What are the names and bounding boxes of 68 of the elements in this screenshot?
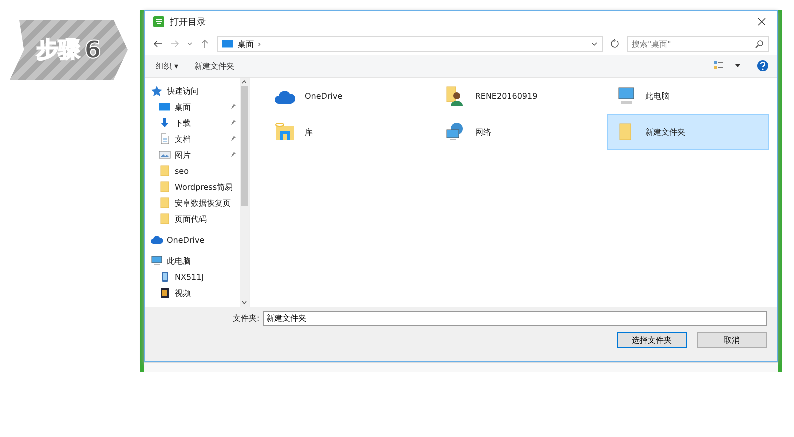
- navigation-item[interactable]: 安卓数据恢复页: [151, 195, 240, 211]
- caret-icon: [735, 63, 741, 69]
- file-tile[interactable]: OneDrive: [266, 78, 428, 114]
- search-icon: [755, 40, 764, 49]
- picture-icon: [159, 149, 171, 161]
- scrollbar-thumb[interactable]: [241, 86, 248, 206]
- file-tile[interactable]: RENE20160919: [436, 78, 599, 114]
- folder-icon: [159, 197, 171, 209]
- navigation-item[interactable]: 此电脑: [151, 253, 240, 269]
- chevron-down-icon: [187, 41, 193, 47]
- user-folder-icon: [445, 86, 466, 106]
- down-arrow-icon: [159, 117, 171, 129]
- folder-label: 文件夹:: [233, 313, 260, 324]
- library-icon: [275, 122, 295, 142]
- close-icon: [757, 17, 767, 27]
- globe-monitor-icon: [445, 122, 466, 142]
- chevron-down-icon: [591, 40, 598, 48]
- pin-icon: [231, 120, 236, 126]
- app-logo-icon: [153, 16, 165, 28]
- back-arrow-icon: [153, 39, 163, 49]
- pin-icon: [231, 152, 236, 158]
- folder-name-field[interactable]: 新建文件夹: [262, 311, 767, 326]
- file-tile[interactable]: 库: [266, 114, 428, 150]
- navigation-item[interactable]: Wordpress简易: [151, 179, 240, 195]
- computer-icon: [151, 255, 163, 267]
- navigation-item[interactable]: seo: [151, 163, 240, 179]
- new-folder-button[interactable]: 新建文件夹: [192, 58, 238, 74]
- navigation-item[interactable]: OneDrive: [151, 232, 240, 248]
- scroll-down-icon: [242, 301, 247, 305]
- star-icon: [151, 85, 163, 97]
- scroll-up-icon: [242, 80, 247, 84]
- monitor-icon: [159, 101, 171, 113]
- monitor-icon: [222, 38, 234, 50]
- step-number: 6: [84, 36, 102, 64]
- film-icon: [159, 287, 171, 299]
- navigation-item[interactable]: 文档: [151, 131, 240, 147]
- pin-icon: [231, 136, 236, 142]
- cloud-icon: [151, 234, 163, 246]
- navigation-item[interactable]: 页面代码: [151, 211, 240, 227]
- navigation-item[interactable]: 下载: [151, 115, 240, 131]
- computer-icon: [616, 86, 636, 106]
- forward-arrow-icon: [170, 39, 180, 49]
- breadcrumb-item[interactable]: 桌面: [238, 38, 254, 50]
- document-icon: [159, 133, 171, 145]
- navigation-item[interactable]: 视频: [151, 285, 240, 301]
- folder-icon: [159, 165, 171, 177]
- folder-icon: [159, 213, 171, 225]
- cancel-button[interactable]: 取消: [697, 332, 767, 348]
- navigation-item[interactable]: NX511J: [151, 269, 240, 285]
- file-tile[interactable]: 网络: [436, 114, 599, 150]
- folder-icon: [159, 181, 171, 193]
- pin-icon: [231, 104, 236, 110]
- breadcrumb-separator: ›: [258, 40, 262, 48]
- navigation-item[interactable]: 图片: [151, 147, 240, 163]
- navigation-item[interactable]: 桌面: [151, 99, 240, 115]
- organize-menu-button[interactable]: 组织 ▾: [153, 58, 182, 74]
- up-arrow-icon: [200, 39, 210, 49]
- address-bar[interactable]: 桌面 ›: [217, 36, 603, 52]
- file-tile[interactable]: 此电脑: [606, 78, 769, 114]
- select-folder-button[interactable]: 选择文件夹: [617, 332, 687, 348]
- step-label: 步骤: [36, 37, 81, 65]
- refresh-icon: [610, 39, 620, 49]
- search-field[interactable]: 搜索"桌面": [627, 36, 769, 52]
- view-options-icon: [713, 60, 725, 72]
- file-tile[interactable]: 新建文件夹: [606, 114, 769, 150]
- navigation-item[interactable]: 快速访问: [151, 83, 240, 99]
- help-icon: [757, 60, 769, 72]
- window-title: 打开目录: [170, 16, 206, 28]
